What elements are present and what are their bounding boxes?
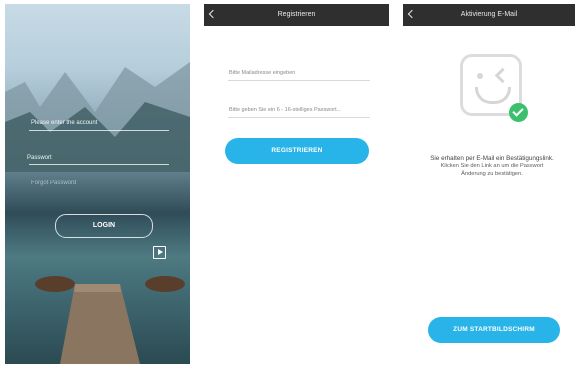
account-underline [29, 130, 169, 131]
play-icon[interactable] [153, 246, 166, 259]
activation-screen: Aktivierung E-Mail Sie erhalten per E-Ma… [403, 4, 575, 364]
email-underline [228, 80, 370, 81]
message-line-1: Sie erhalten per E-Mail ein Bestätigungs… [430, 155, 554, 162]
home-button[interactable]: ZUM STARTBILDSCHIRM [428, 317, 560, 343]
password-underline [29, 164, 169, 165]
password-underline [228, 117, 370, 118]
check-icon [509, 103, 528, 122]
top-bar: Registrieren [204, 4, 389, 26]
page-title: Registrieren [277, 11, 316, 18]
login-screen: Please enter the account Passwort Forgot… [5, 4, 190, 364]
mountain-background [5, 62, 190, 172]
register-button[interactable]: REGISTRIEREN [225, 138, 369, 164]
message-line-3: Änderung zu bestätigen. [461, 170, 523, 177]
activation-message: Sie erhalten per E-Mail ein Bestätigungs… [417, 155, 567, 178]
message-line-2: Klicken Sie den Link an um die Passwort [440, 163, 544, 170]
password-input[interactable]: Passwort [27, 155, 52, 161]
register-screen: Registrieren Bitte Mailadresse eingeben … [204, 4, 389, 364]
page-title: Aktivierung E-Mail [460, 11, 518, 18]
password-input[interactable]: Bitte geben Sie ein 6 - 16-stelliges Pas… [229, 107, 341, 113]
account-input[interactable]: Please enter the account [31, 120, 97, 126]
forgot-password-link[interactable]: Forgot Password [31, 180, 76, 186]
login-button[interactable]: LOGIN [55, 214, 153, 238]
top-bar: Aktivierung E-Mail [403, 4, 575, 26]
email-input[interactable]: Bitte Mailadresse eingeben [229, 70, 295, 76]
